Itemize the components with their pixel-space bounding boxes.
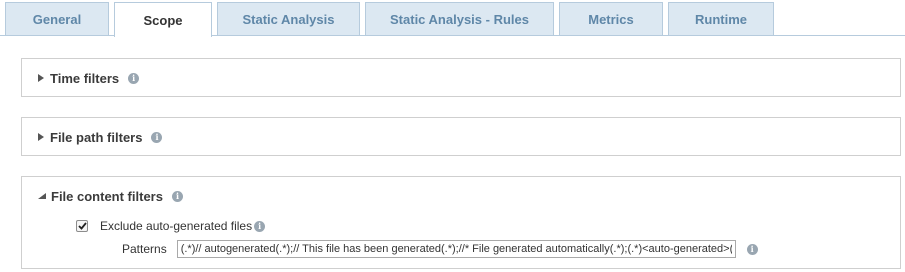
tab-general[interactable]: General <box>5 2 109 36</box>
file-path-filters-header[interactable]: File path filters i <box>22 118 900 156</box>
time-filters-header[interactable]: Time filters i <box>22 59 900 97</box>
time-filters-panel: Time filters i <box>21 58 901 97</box>
exclude-auto-generated-label: Exclude auto-generated files <box>100 219 253 233</box>
caret-right-icon <box>38 74 44 82</box>
caret-down-icon <box>38 193 46 199</box>
info-icon[interactable]: i <box>128 72 140 84</box>
exclude-auto-generated-checkbox[interactable] <box>76 220 88 232</box>
file-content-filters-panel: File content filters i Exclude auto-gene… <box>21 176 901 269</box>
tab-strip: General Scope Static Analysis Static Ana… <box>0 0 905 37</box>
checkmark-icon <box>77 222 87 230</box>
file-path-filters-title: File path filters <box>50 129 143 145</box>
file-path-filters-panel: File path filters i <box>21 117 901 156</box>
exclude-auto-generated-row: Exclude auto-generated files i <box>76 219 266 233</box>
info-icon[interactable]: i <box>254 220 266 232</box>
info-icon[interactable]: i <box>151 131 163 143</box>
patterns-row: Patterns i <box>122 240 758 258</box>
tab-runtime[interactable]: Runtime <box>668 2 774 36</box>
patterns-input[interactable] <box>176 240 736 258</box>
info-icon[interactable]: i <box>746 243 758 255</box>
info-icon[interactable]: i <box>171 190 183 202</box>
tab-scope[interactable]: Scope <box>114 2 212 37</box>
file-content-filters-title: File content filters <box>51 188 163 204</box>
tab-static-analysis-rules[interactable]: Static Analysis - Rules <box>365 2 554 36</box>
time-filters-title: Time filters <box>50 70 120 86</box>
patterns-label: Patterns <box>122 242 167 256</box>
caret-right-icon <box>38 133 44 141</box>
file-content-filters-header[interactable]: File content filters i <box>22 177 900 215</box>
tab-metrics[interactable]: Metrics <box>559 2 663 36</box>
tab-static-analysis[interactable]: Static Analysis <box>217 2 360 36</box>
